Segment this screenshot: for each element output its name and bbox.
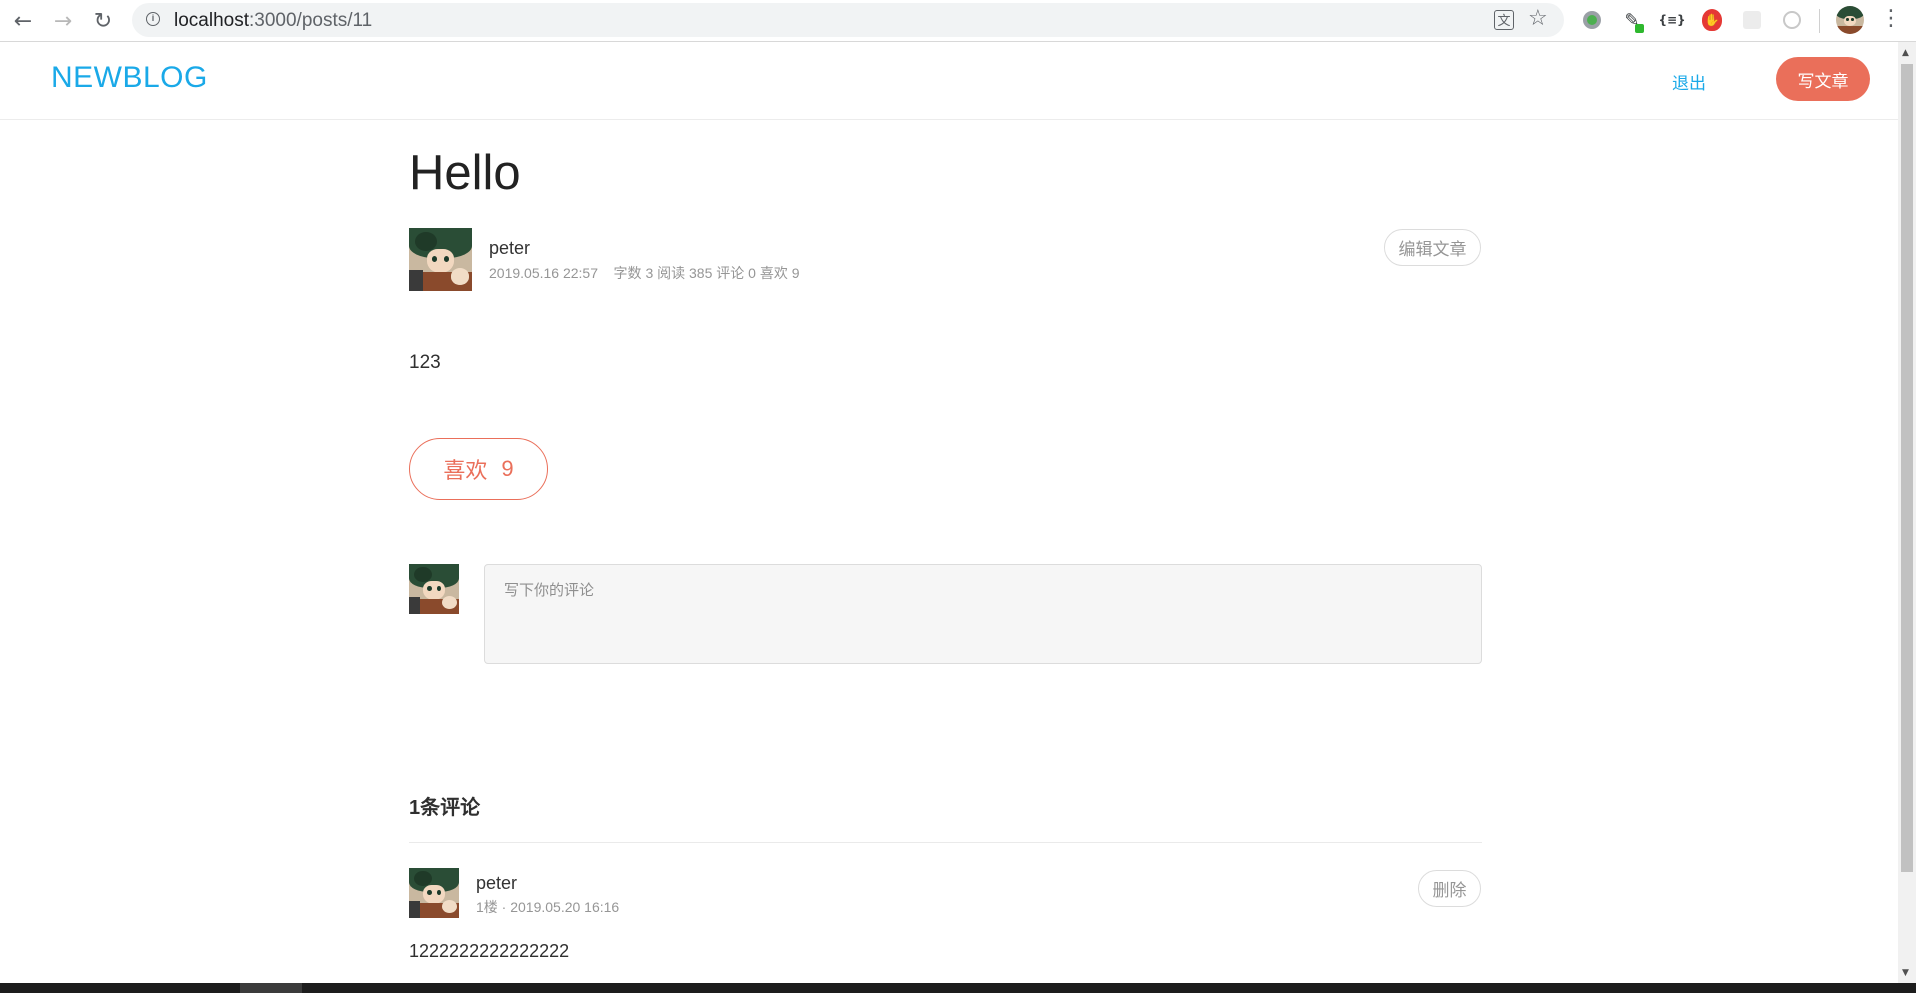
extension-circle-icon[interactable] xyxy=(1580,8,1604,32)
like-label: 喜欢 xyxy=(443,458,488,483)
comment-text: 1222222222222222 xyxy=(409,941,570,961)
post-meta: 2019.05.16 22:57 字数 3 阅读 385 评论 0 喜欢 9 xyxy=(489,265,800,281)
site-header: NEWBLOG 退出 写文章 xyxy=(0,42,1898,120)
browser-toolbar: ← → ↻ i localhost:3000/posts/11 文 ☆ ✎ {≡… xyxy=(0,0,1916,42)
author-avatar[interactable] xyxy=(409,228,472,291)
star-icon[interactable]: ☆ xyxy=(1528,6,1548,31)
toolbar-separator xyxy=(1819,9,1820,33)
comment-author[interactable]: peter xyxy=(476,873,517,894)
delete-comment-button[interactable]: 删除 xyxy=(1418,870,1481,907)
profile-avatar[interactable] xyxy=(1836,6,1864,34)
info-icon[interactable]: i xyxy=(146,12,160,26)
page-scrollbar[interactable]: ▲ ▼ xyxy=(1898,42,1916,983)
reload-icon[interactable]: ↻ xyxy=(88,6,118,36)
extension-faded-icon[interactable] xyxy=(1740,8,1764,32)
eyedropper-icon[interactable]: ✎ xyxy=(1620,8,1644,33)
taskbar-active-item[interactable] xyxy=(240,983,302,993)
record-icon[interactable] xyxy=(1780,8,1804,32)
forward-icon[interactable]: → xyxy=(48,6,78,36)
brand-logo[interactable]: NEWBLOG xyxy=(51,61,208,95)
post-title: Hello xyxy=(409,146,521,200)
shield-icon[interactable]: ✋ xyxy=(1700,8,1724,32)
comment-input[interactable] xyxy=(484,564,1482,664)
like-count: 9 xyxy=(501,456,514,481)
scroll-thumb[interactable] xyxy=(1901,64,1913,872)
json-icon[interactable]: {≡} xyxy=(1658,8,1685,32)
more-menu-icon[interactable]: ⋮ xyxy=(1880,6,1902,31)
edit-post-button[interactable]: 编辑文章 xyxy=(1384,229,1481,266)
scroll-down-icon[interactable]: ▼ xyxy=(1902,968,1909,978)
logout-link[interactable]: 退出 xyxy=(1672,69,1706,94)
back-icon[interactable]: ← xyxy=(8,6,38,36)
comments-divider xyxy=(409,842,1482,843)
url-text[interactable]: localhost:3000/posts/11 xyxy=(174,10,372,32)
os-taskbar xyxy=(0,983,1916,993)
address-bar[interactable]: i localhost:3000/posts/11 文 ☆ xyxy=(132,3,1564,37)
write-post-button[interactable]: 写文章 xyxy=(1776,57,1870,101)
comment-avatar[interactable] xyxy=(409,868,459,918)
author-name[interactable]: peter xyxy=(489,238,530,259)
current-user-avatar xyxy=(409,564,459,614)
comment-meta: 1楼 · 2019.05.20 16:16 xyxy=(476,899,620,915)
scroll-up-icon[interactable]: ▲ xyxy=(1902,48,1909,58)
comments-heading: 1条评论 xyxy=(409,797,481,819)
like-button[interactable]: 喜欢 9 xyxy=(409,438,548,500)
post-body: 123 xyxy=(409,352,441,373)
translate-icon[interactable]: 文 xyxy=(1494,10,1514,30)
